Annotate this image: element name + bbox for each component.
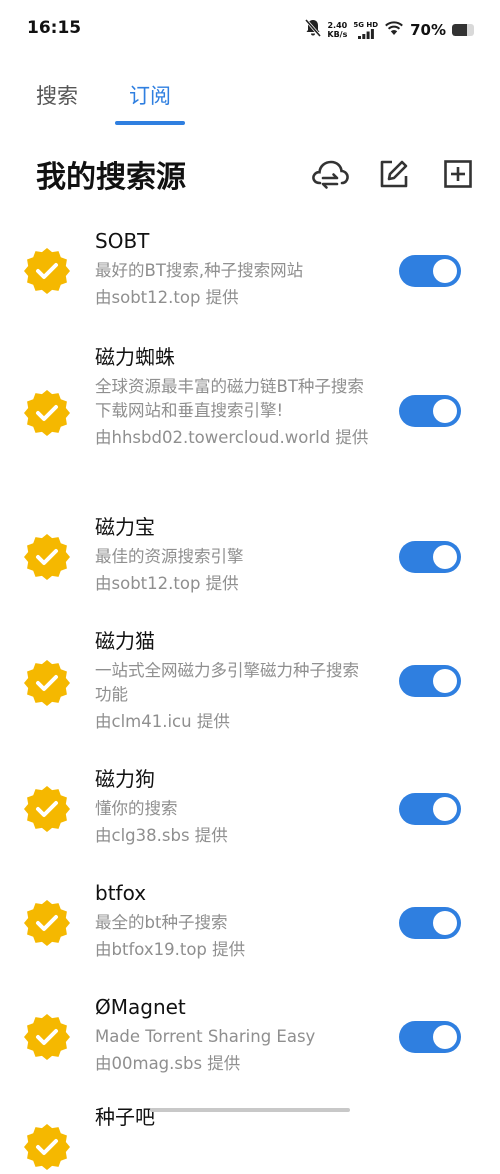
source-desc: 懂你的搜索 <box>95 799 178 818</box>
source-provider: 由sobt12.top 提供 <box>95 574 239 593</box>
verified-badge-icon <box>24 660 70 706</box>
source-desc: Made Torrent Sharing Easy <box>95 1027 316 1046</box>
toggle-knob <box>433 1025 457 1049</box>
source-item-zhongziba[interactable]: 种子吧 <box>0 1098 500 1170</box>
verified-badge-icon <box>24 534 70 580</box>
wifi-icon <box>384 20 404 40</box>
status-icons: 2.40 KB/s 5G HD 70% <box>305 18 474 42</box>
source-toggle[interactable] <box>399 907 461 939</box>
source-toggle[interactable] <box>399 395 461 427</box>
tab-indicator <box>115 121 185 125</box>
verified-badge-icon <box>24 900 70 946</box>
battery-icon <box>452 24 474 36</box>
signal-bars-icon <box>357 29 374 39</box>
page-title: 我的搜索源 <box>36 160 186 195</box>
source-desc: 一站式全网磁力多引擎磁力种子搜索功能 <box>95 661 359 704</box>
toggle-knob <box>433 911 457 935</box>
home-indicator <box>150 1108 350 1112</box>
source-text: 磁力狗 懂你的搜索 由clg38.sbs 提供 <box>95 764 375 848</box>
status-time: 16:15 <box>27 18 82 38</box>
verified-badge-icon <box>24 1014 70 1060</box>
source-text: SOBT 最好的BT搜索,种子搜索网站 由sobt12.top 提供 <box>95 226 375 310</box>
add-icon <box>444 160 472 188</box>
tab-bar: 搜索 订阅 <box>0 78 500 128</box>
toggle-knob <box>433 545 457 569</box>
source-text: 磁力宝 最佳的资源搜索引擎 由sobt12.top 提供 <box>95 512 375 596</box>
source-name: 磁力宝 <box>95 515 155 539</box>
source-toggle[interactable] <box>399 665 461 697</box>
source-item-omagnet[interactable]: ØMagnet Made Torrent Sharing Easy 由00mag… <box>0 988 500 1098</box>
source-name: 磁力狗 <box>95 767 155 791</box>
edit-icon <box>380 160 408 188</box>
source-desc: 最全的bt种子搜索 <box>95 913 228 932</box>
source-name: 磁力蜘蛛 <box>95 345 175 369</box>
source-name: ØMagnet <box>95 995 186 1019</box>
cellular-signal: 5G HD <box>353 21 378 39</box>
verified-badge-icon <box>24 390 70 436</box>
source-text: 种子吧 <box>95 1102 375 1132</box>
source-item-cilibao[interactable]: 磁力宝 最佳的资源搜索引擎 由sobt12.top 提供 <box>0 508 500 622</box>
source-text: 磁力蜘蛛 全球资源最丰富的磁力链BT种子搜索下载网站和垂直搜索引擎! 由hhsb… <box>95 342 375 450</box>
source-item-cili-zhizhu[interactable]: 磁力蜘蛛 全球资源最丰富的磁力链BT种子搜索下载网站和垂直搜索引擎! 由hhsb… <box>0 338 500 508</box>
source-provider: 由clm41.icu 提供 <box>95 712 230 731</box>
source-provider: 由clg38.sbs 提供 <box>95 826 228 845</box>
verified-badge-icon <box>24 1124 70 1170</box>
edit-button[interactable] <box>372 152 416 196</box>
network-speed: 2.40 KB/s <box>327 21 348 39</box>
source-desc: 最佳的资源搜索引擎 <box>95 547 244 566</box>
verified-badge-icon <box>24 786 70 832</box>
verified-badge-icon <box>24 248 70 294</box>
source-name: 磁力猫 <box>95 629 155 653</box>
source-toggle[interactable] <box>399 541 461 573</box>
status-bar: 16:15 2.40 KB/s 5G HD 70% <box>0 0 500 60</box>
source-toggle[interactable] <box>399 255 461 287</box>
cloud-sync-icon <box>312 160 349 189</box>
mute-bell-icon <box>305 19 322 41</box>
source-provider: 由btfox19.top 提供 <box>95 940 246 959</box>
toggle-knob <box>433 797 457 821</box>
source-text: 磁力猫 一站式全网磁力多引擎磁力种子搜索功能 由clm41.icu 提供 <box>95 626 375 734</box>
source-name: 种子吧 <box>95 1105 155 1129</box>
toggle-knob <box>433 669 457 693</box>
source-item-btfox[interactable]: btfox 最全的bt种子搜索 由btfox19.top 提供 <box>0 874 500 988</box>
source-desc: 最好的BT搜索,种子搜索网站 <box>95 261 304 280</box>
source-toggle[interactable] <box>399 1021 461 1053</box>
source-name: btfox <box>95 881 147 905</box>
source-item-ciligou[interactable]: 磁力狗 懂你的搜索 由clg38.sbs 提供 <box>0 760 500 874</box>
source-list: SOBT 最好的BT搜索,种子搜索网站 由sobt12.top 提供 磁力蜘蛛 … <box>0 222 500 1170</box>
source-desc: 全球资源最丰富的磁力链BT种子搜索下载网站和垂直搜索引擎! <box>95 377 364 420</box>
cloud-sync-button[interactable] <box>308 152 352 196</box>
source-name: SOBT <box>95 229 150 253</box>
source-provider: 由sobt12.top 提供 <box>95 288 239 307</box>
add-source-button[interactable] <box>436 152 480 196</box>
source-text: ØMagnet Made Torrent Sharing Easy 由00mag… <box>95 992 375 1076</box>
tab-search[interactable]: 搜索 <box>36 78 78 118</box>
source-provider: 由hhsbd02.towercloud.world 提供 <box>95 428 369 447</box>
toggle-knob <box>433 399 457 423</box>
tab-subscribe[interactable]: 订阅 <box>129 78 171 118</box>
source-provider: 由00mag.sbs 提供 <box>95 1054 241 1073</box>
source-toggle[interactable] <box>399 793 461 825</box>
source-text: btfox 最全的bt种子搜索 由btfox19.top 提供 <box>95 878 375 962</box>
battery-fill <box>452 24 468 36</box>
battery-percent: 70% <box>410 21 446 39</box>
source-item-sobt[interactable]: SOBT 最好的BT搜索,种子搜索网站 由sobt12.top 提供 <box>0 222 500 338</box>
source-item-cilimao[interactable]: 磁力猫 一站式全网磁力多引擎磁力种子搜索功能 由clm41.icu 提供 <box>0 622 500 760</box>
toggle-knob <box>433 259 457 283</box>
